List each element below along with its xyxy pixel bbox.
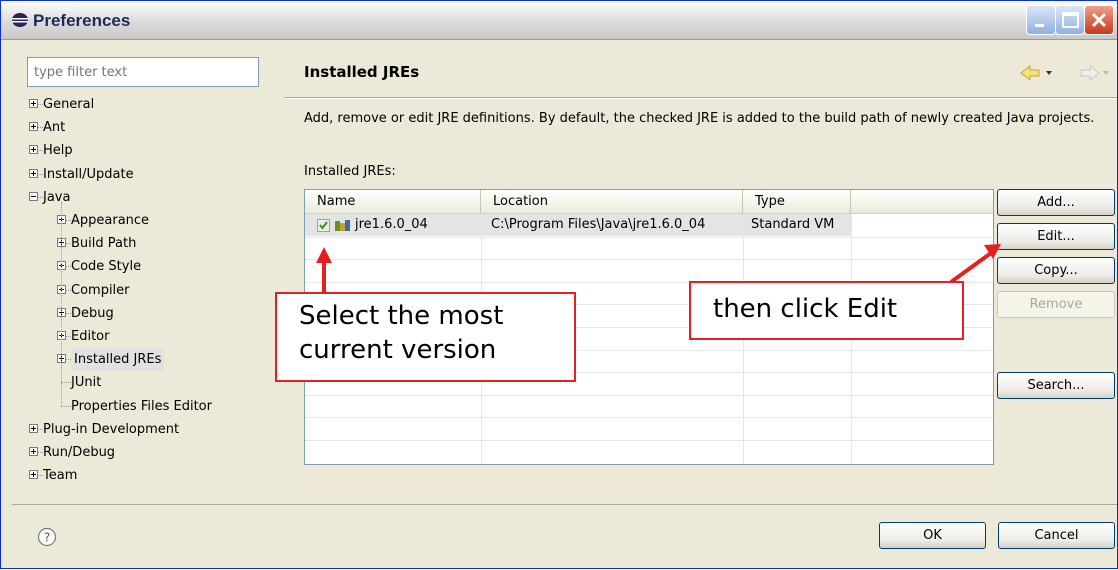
preferences-window: Preferences GeneralAntHelpInstall/Update… bbox=[0, 0, 1118, 569]
annotation-select-version: Select the most current version bbox=[275, 292, 576, 382]
arrow-to-checkbox bbox=[316, 247, 332, 293]
annotation-click-edit: then click Edit bbox=[689, 281, 964, 340]
arrow-to-edit-button bbox=[949, 244, 1001, 284]
